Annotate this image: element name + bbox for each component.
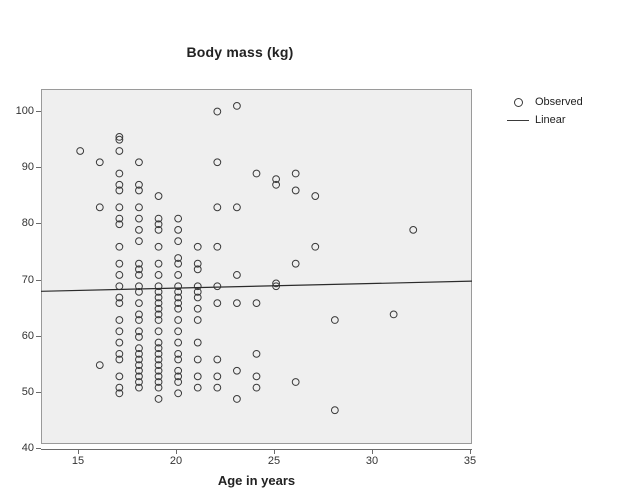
- plot-area: [41, 89, 472, 444]
- chart-title: Body mass (kg): [186, 44, 294, 60]
- line-icon: [505, 119, 531, 121]
- x-tick-label-20: 20: [169, 455, 183, 467]
- y-tick-label-80: 80: [21, 217, 34, 229]
- scatter-chart: Body mass (kg) 100 90 80 70 60 50 40 15 …: [0, 0, 625, 500]
- y-tickmark-70: [36, 280, 41, 281]
- x-tick-label-15: 15: [71, 455, 85, 467]
- y-tick-label-90: 90: [21, 161, 34, 173]
- y-tickmark-90: [36, 167, 41, 168]
- y-tickmark-60: [36, 336, 41, 337]
- legend-label-observed: Observed: [535, 96, 583, 108]
- x-tick-label-30: 30: [365, 455, 379, 467]
- y-tick-label-60: 60: [21, 330, 34, 342]
- chart-legend: Observed Linear: [505, 94, 615, 130]
- x-axis-label: Age in years: [217, 473, 296, 488]
- y-tick-label-70: 70: [21, 274, 34, 286]
- y-tick-label-100: 100: [15, 105, 34, 117]
- y-tickmark-80: [36, 223, 41, 224]
- x-tick-label-25: 25: [267, 455, 281, 467]
- legend-label-linear: Linear: [535, 114, 566, 126]
- x-axis-line: [41, 449, 472, 450]
- y-tick-label-50: 50: [21, 386, 34, 398]
- legend-item-observed: Observed: [505, 94, 615, 110]
- legend-item-linear: Linear: [505, 112, 615, 128]
- open-circle-icon: [505, 97, 531, 107]
- y-tickmark-100: [36, 111, 41, 112]
- y-tickmark-50: [36, 392, 41, 393]
- x-tick-label-35: 35: [463, 455, 477, 467]
- y-tick-label-40: 40: [21, 442, 34, 454]
